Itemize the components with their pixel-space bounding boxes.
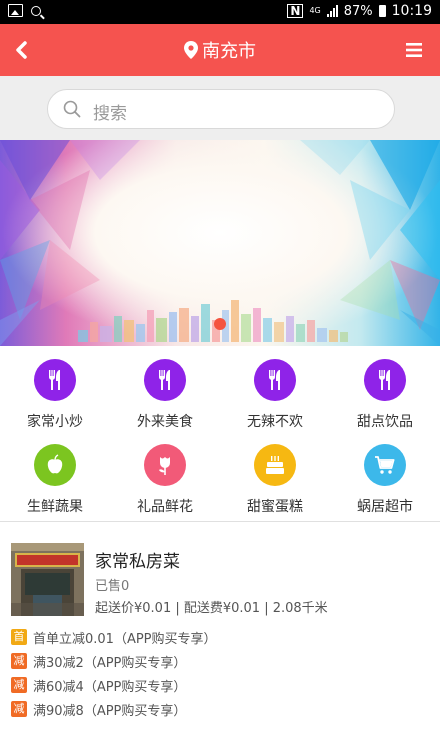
promo-tag: 减 <box>11 653 27 669</box>
category-item[interactable]: 甜蜜蛋糕 <box>220 444 330 516</box>
image-notification-icon <box>8 4 23 17</box>
category-icon <box>34 444 76 486</box>
promo-row: 首 首单立减0.01（APP购买专享） <box>11 628 217 647</box>
hamburger-menu-icon <box>406 43 422 57</box>
promo-text: 满90减8（APP购买专享） <box>33 703 187 719</box>
city-selector[interactable]: 南充市 <box>0 37 440 63</box>
signal-icon <box>326 5 338 17</box>
category-item[interactable]: 生鲜蔬果 <box>0 444 110 516</box>
category-label: 礼品鲜花 <box>137 499 193 515</box>
city-name: 南充市 <box>202 41 256 62</box>
category-icon <box>254 359 296 401</box>
category-icon <box>364 444 406 486</box>
fork-knife-icon <box>379 370 390 390</box>
search-placeholder: 搜索 <box>93 104 127 124</box>
promo-row: 减 满90减8（APP购买专享） <box>11 700 187 719</box>
search-notification-icon <box>31 5 41 16</box>
category-label: 无辣不欢 <box>247 414 303 430</box>
fork-knife-icon <box>269 370 280 390</box>
promo-text: 首单立减0.01（APP购买专享） <box>33 631 217 647</box>
delivery-info: 起送价¥0.01 | 配送费¥0.01 | 2.08千米 <box>95 601 328 616</box>
category-item[interactable]: 甜点饮品 <box>330 359 440 431</box>
category-item[interactable]: 外来美食 <box>110 359 220 431</box>
search-input[interactable]: 搜索 <box>47 89 395 129</box>
category-icon <box>144 359 186 401</box>
category-label: 甜点饮品 <box>357 414 413 430</box>
apple-icon <box>47 454 63 474</box>
menu-button[interactable] <box>402 36 430 64</box>
fork-knife-icon <box>49 370 60 390</box>
promo-tag: 首 <box>11 629 27 645</box>
nfc-icon: N <box>287 4 304 18</box>
search-bar-container: 搜索 <box>0 76 440 140</box>
category-item[interactable]: 蜗居超市 <box>330 444 440 516</box>
category-icon <box>364 359 406 401</box>
location-pin-icon <box>184 41 198 59</box>
category-item[interactable]: 礼品鲜花 <box>110 444 220 516</box>
search-icon <box>63 100 81 118</box>
app-header: 南充市 <box>0 24 440 76</box>
shop-card[interactable]: 家常私房菜 已售0 起送价¥0.01 | 配送费¥0.01 | 2.08千米 首… <box>0 522 440 734</box>
storefront-photo <box>11 543 84 616</box>
promo-text: 满60减4（APP购买专享） <box>33 679 187 695</box>
category-icon <box>144 444 186 486</box>
clock: 10:19 <box>391 3 432 19</box>
category-grid: 家常小炒 外来美食 无辣不欢 甜点饮品 生鲜蔬果 礼品鲜花 甜蜜蛋糕 蜗居超市 <box>0 346 440 521</box>
cart-icon <box>375 456 395 474</box>
promo-banner[interactable] <box>0 140 440 346</box>
category-icon <box>254 444 296 486</box>
fork-knife-icon <box>159 370 170 390</box>
shop-name[interactable]: 家常私房菜 <box>95 547 180 572</box>
promo-row: 减 满60减4（APP购买专享） <box>11 676 187 695</box>
category-label: 家常小炒 <box>27 414 83 430</box>
category-label: 蜗居超市 <box>357 499 413 515</box>
promo-tag: 减 <box>11 701 27 717</box>
category-label: 外来美食 <box>137 414 193 430</box>
category-item[interactable]: 无辣不欢 <box>220 359 330 431</box>
category-label: 甜蜜蛋糕 <box>247 499 303 515</box>
battery-icon <box>378 5 386 17</box>
cake-icon <box>266 456 284 474</box>
category-icon <box>34 359 76 401</box>
promo-text: 满30减2（APP购买专享） <box>33 655 187 671</box>
promo-row: 减 满30减2（APP购买专享） <box>11 652 187 671</box>
status-bar: N 4G 87% 10:19 <box>0 0 440 24</box>
shop-thumbnail[interactable] <box>11 543 84 616</box>
promo-tag: 减 <box>11 677 27 693</box>
battery-percent: 87% <box>343 3 373 19</box>
carousel-indicator[interactable] <box>214 318 226 330</box>
network-type: 4G <box>309 6 321 15</box>
sold-count: 已售0 <box>95 579 130 594</box>
banner-illustration <box>0 140 440 346</box>
category-label: 生鲜蔬果 <box>27 499 83 515</box>
flower-icon <box>159 457 170 475</box>
category-item[interactable]: 家常小炒 <box>0 359 110 431</box>
